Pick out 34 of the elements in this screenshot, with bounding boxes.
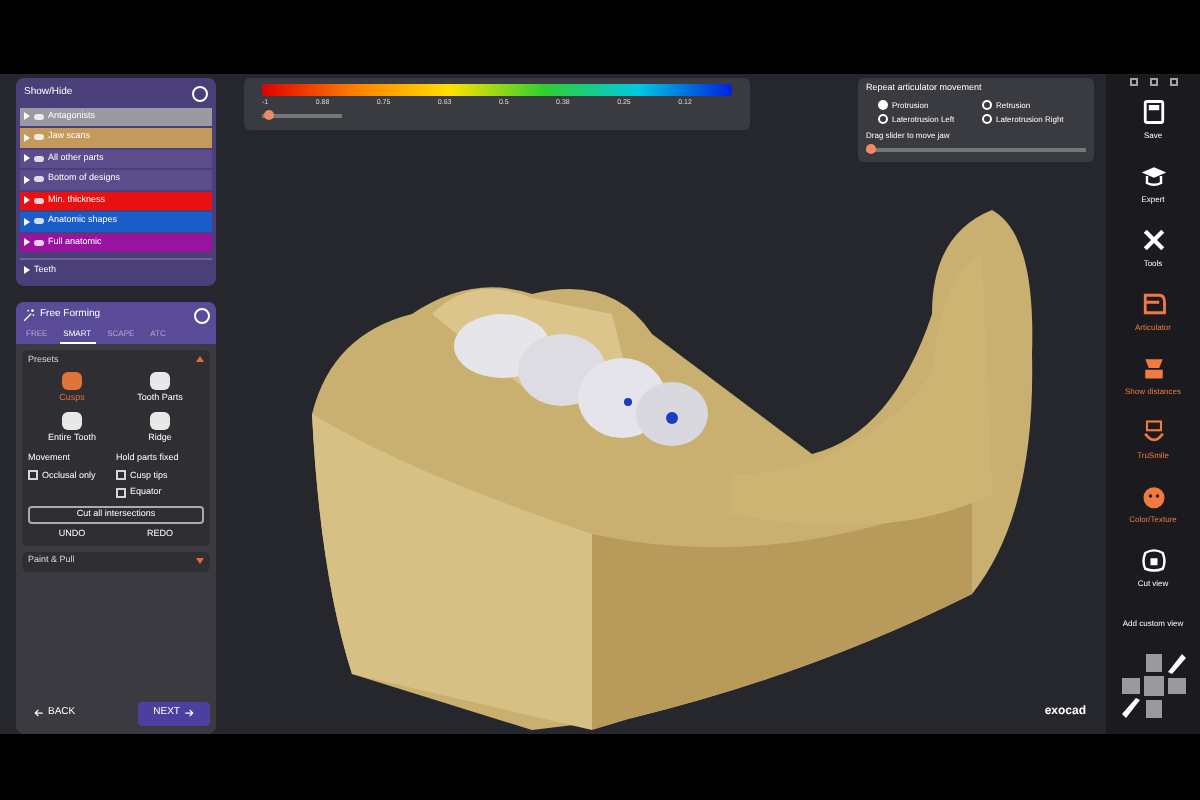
- checkbox[interactable]: [116, 470, 126, 481]
- cut-view-icon: [1139, 546, 1167, 574]
- eye-icon: [34, 155, 44, 162]
- expand-icon: [196, 558, 204, 565]
- eye-icon: [34, 218, 44, 225]
- tools-icon: [1139, 226, 1167, 254]
- radio-button[interactable]: [982, 100, 992, 111]
- tooth-icon: [62, 372, 82, 391]
- save-icon: [1139, 98, 1167, 126]
- palette-icon: [1139, 482, 1167, 510]
- right-arrow-icon: [184, 708, 194, 718]
- expand-icon: [24, 266, 30, 274]
- distances-icon: [1139, 354, 1167, 382]
- radio-button[interactable]: [982, 114, 992, 125]
- smile-icon: [1139, 418, 1167, 446]
- slider-thumb[interactable]: [866, 143, 876, 154]
- eye-icon: [34, 134, 44, 141]
- tooth-icon: [62, 412, 82, 430]
- tooth-icon: [150, 412, 170, 430]
- eye-icon: [34, 197, 44, 204]
- checkbox[interactable]: [28, 470, 38, 481]
- tooth-icon: [150, 372, 170, 391]
- radio-button[interactable]: [878, 100, 888, 111]
- eye-icon: [34, 176, 44, 183]
- slider-thumb[interactable]: [264, 110, 275, 121]
- eye-icon: [34, 239, 44, 246]
- graduation-cap-icon: [1139, 162, 1167, 190]
- wand-icon: [22, 308, 36, 322]
- articulator-icon: [1139, 290, 1167, 318]
- radio-button[interactable]: [878, 114, 888, 125]
- left-arrow-icon: [34, 708, 44, 718]
- collapse-icon: [196, 356, 204, 363]
- checkbox[interactable]: [116, 488, 126, 499]
- eye-icon: [34, 113, 44, 120]
